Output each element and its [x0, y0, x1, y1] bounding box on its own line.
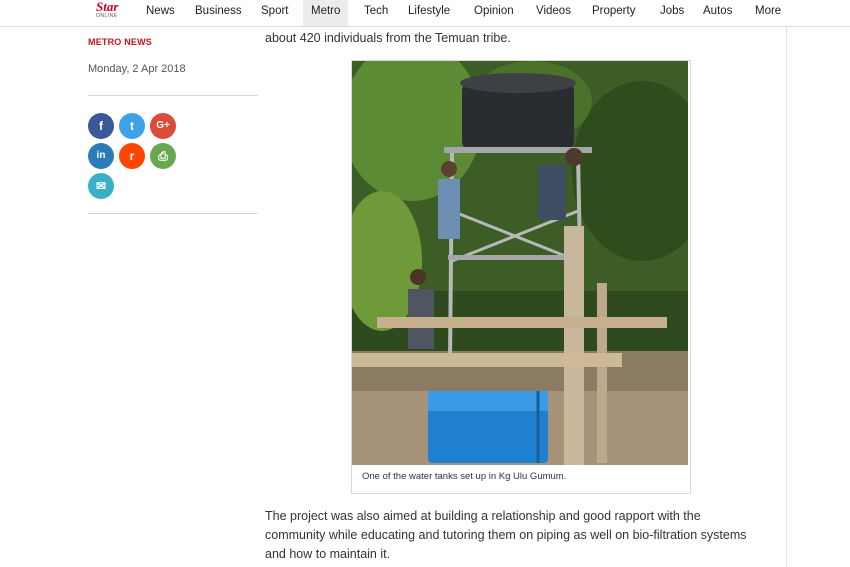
- nav-item-lifestyle[interactable]: Lifestyle: [408, 0, 450, 26]
- section-label[interactable]: METRO NEWS: [88, 37, 152, 47]
- figure-caption: One of the water tanks set up in Kg Ulu …: [362, 471, 567, 482]
- twitter-glyph: t: [130, 119, 134, 133]
- facebook-glyph: f: [99, 119, 103, 133]
- water-tank-photo: [352, 61, 688, 465]
- nav-item-property[interactable]: Property: [592, 0, 635, 26]
- nav-item-news[interactable]: News: [146, 0, 175, 26]
- logo-subtext: ONLINE: [96, 13, 118, 19]
- sidebar-divider-top: [88, 95, 258, 96]
- nav-item-sport[interactable]: Sport: [261, 0, 289, 26]
- logo-text: Star: [96, 0, 119, 14]
- nav-item-business[interactable]: Business: [195, 0, 242, 26]
- google-plus-glyph: G+: [156, 120, 170, 131]
- article-paragraph-line-2: community while educating and tutoring t…: [265, 528, 747, 542]
- publish-date: Monday, 2 Apr 2018: [88, 63, 186, 75]
- nav-item-metro[interactable]: Metro: [303, 0, 349, 26]
- nav-item-autos[interactable]: Autos: [703, 0, 732, 26]
- google-plus-icon[interactable]: G+: [150, 113, 176, 139]
- nav-item-jobs[interactable]: Jobs: [660, 0, 684, 26]
- article-paragraph-line-1: The project was also aimed at building a…: [265, 509, 701, 523]
- print-glyph: ⎙: [158, 149, 168, 163]
- print-icon[interactable]: ⎙: [150, 143, 176, 169]
- nav-item-tech[interactable]: Tech: [364, 0, 388, 26]
- nav-item-more[interactable]: More: [755, 0, 781, 26]
- sidebar-divider-bottom: [88, 213, 258, 214]
- site-logo[interactable]: Star ONLINE: [96, 0, 126, 23]
- twitter-icon[interactable]: t: [119, 113, 145, 139]
- article-intro-line: about 420 individuals from the Temuan tr…: [265, 31, 511, 45]
- email-glyph: ✉: [95, 179, 107, 193]
- facebook-icon[interactable]: f: [88, 113, 114, 139]
- reddit-icon[interactable]: r: [119, 143, 145, 169]
- article-figure: One of the water tanks set up in Kg Ulu …: [351, 60, 691, 494]
- article-paragraph-line-3: and how to maintain it.: [265, 547, 391, 561]
- nav-item-videos[interactable]: Videos: [536, 0, 571, 26]
- linkedin-icon[interactable]: in: [88, 143, 114, 169]
- linkedin-glyph: in: [96, 150, 106, 161]
- reddit-glyph: r: [129, 149, 135, 163]
- email-icon[interactable]: ✉: [88, 173, 114, 199]
- nav-item-opinion[interactable]: Opinion: [474, 0, 514, 26]
- top-navbar: Star ONLINE News Business Sport Metro Te…: [0, 0, 850, 27]
